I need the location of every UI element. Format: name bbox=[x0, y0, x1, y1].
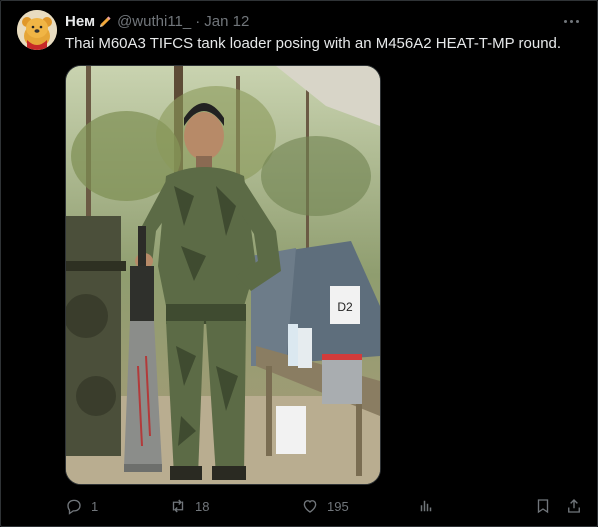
tweet-actions: 1 18 195 bbox=[65, 493, 585, 519]
header-separator: · bbox=[195, 12, 201, 30]
reply-button[interactable]: 1 bbox=[65, 495, 98, 517]
avatar[interactable] bbox=[17, 10, 57, 50]
views-button[interactable] bbox=[417, 495, 435, 517]
photo-image: D2 bbox=[66, 66, 380, 484]
reply-count: 1 bbox=[91, 498, 99, 514]
retweet-count: 18 bbox=[195, 498, 210, 514]
bookmark-button[interactable] bbox=[534, 495, 552, 517]
author-handle[interactable]: @wuthi11_ bbox=[117, 13, 191, 30]
winnie-the-pooh-avatar-icon bbox=[17, 10, 57, 50]
pencil-icon bbox=[100, 16, 111, 28]
retweet-button[interactable]: 18 bbox=[169, 495, 209, 517]
tweet-date[interactable]: Jan 12 bbox=[204, 13, 249, 30]
like-button[interactable]: 195 bbox=[301, 495, 349, 517]
tweet-card[interactable]: Нем @wuthi11_ · Jan 12 Thai M60A3 TIFCS … bbox=[0, 0, 598, 527]
more-options-icon[interactable] bbox=[559, 11, 583, 31]
share-button[interactable] bbox=[565, 495, 583, 517]
reply-icon bbox=[67, 499, 81, 515]
share-icon bbox=[568, 499, 580, 513]
author-display-name[interactable]: Нем bbox=[65, 13, 95, 30]
tweet-header: Нем @wuthi11_ · Jan 12 bbox=[65, 11, 249, 31]
sign-label: D2 bbox=[337, 300, 353, 314]
tweet-text: Thai M60A3 TIFCS tank loader posing with… bbox=[65, 35, 562, 52]
bookmark-icon bbox=[537, 499, 549, 514]
bar-chart-icon bbox=[420, 500, 432, 512]
tweet-photo[interactable]: D2 bbox=[65, 65, 381, 485]
heart-icon bbox=[303, 500, 317, 513]
like-count: 195 bbox=[327, 498, 349, 514]
retweet-icon bbox=[172, 499, 184, 513]
